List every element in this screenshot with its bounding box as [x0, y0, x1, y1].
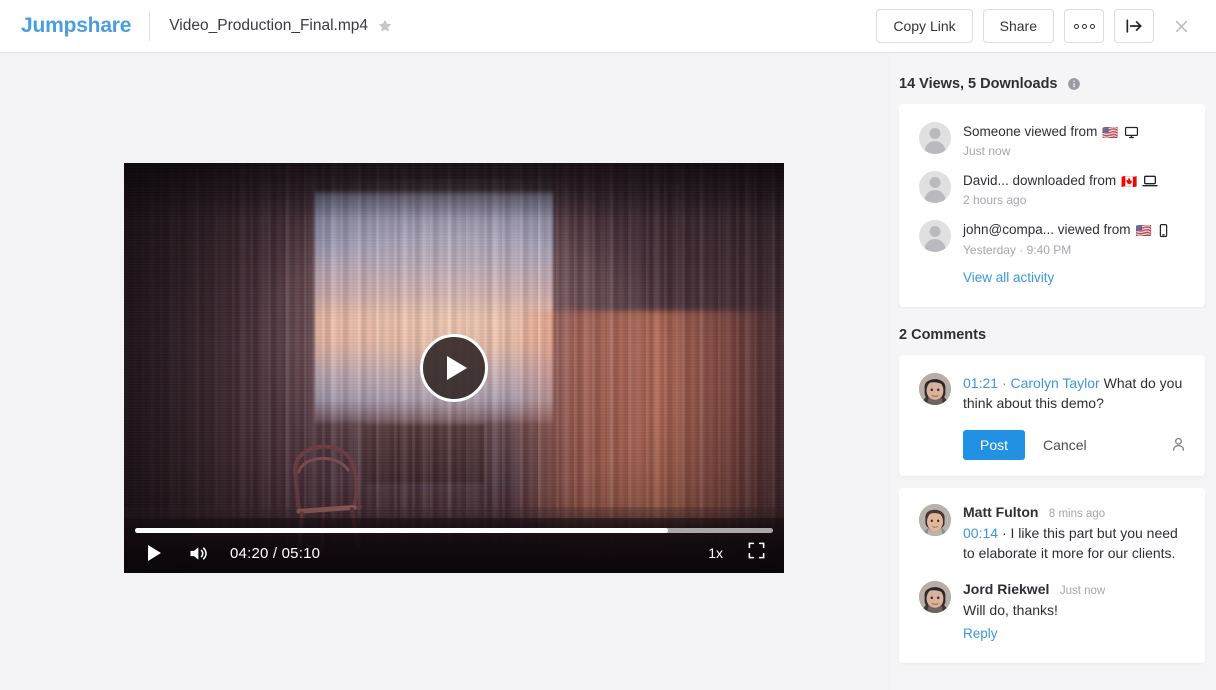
app-logo[interactable]: Jumpshare [21, 14, 131, 38]
more-horizontal-icon [1073, 23, 1095, 29]
comment-author[interactable]: Matt Fulton [963, 504, 1038, 520]
laptop-icon [1142, 173, 1158, 189]
comment-item: Jord Riekwel Just now Will do, thanks! R… [899, 565, 1205, 663]
comment-timestamp[interactable]: 00:14 [963, 525, 998, 541]
info-icon[interactable] [1067, 77, 1081, 91]
avatar [919, 581, 951, 614]
activity-time: 2 hours ago [963, 193, 1027, 208]
volume-button[interactable] [187, 543, 208, 564]
file-name: Video_Production_Final.mp4 [169, 17, 369, 34]
stats-label: 14 Views, 5 Downloads [899, 76, 1058, 92]
more-options-button[interactable] [1064, 9, 1104, 43]
comment-separator: · [1001, 524, 1007, 541]
comment-text: 01:21 · Carolyn Taylor What do you think… [963, 373, 1187, 413]
fullscreen-button[interactable] [747, 541, 766, 565]
flag-ca-icon: 🇨🇦 [1121, 173, 1138, 189]
close-icon [1175, 20, 1187, 32]
star-icon[interactable] [377, 18, 393, 34]
close-button[interactable] [1164, 9, 1198, 43]
play-icon [447, 356, 467, 380]
comment-body: Will do, thanks! [963, 602, 1058, 619]
flag-us-icon: 🇺🇸 [1102, 124, 1119, 140]
avatar [919, 503, 951, 536]
person-icon[interactable] [1170, 436, 1187, 453]
play-button[interactable] [148, 545, 161, 561]
header-divider [149, 11, 151, 41]
top-bar: Jumpshare Video_Production_Final.mp4 Cop… [0, 0, 1216, 53]
comments-list-card: Matt Fulton 8 mins ago 00:14 · I like th… [899, 487, 1205, 664]
post-button[interactable]: Post [963, 429, 1026, 460]
comment-separator: · [1001, 374, 1007, 391]
desktop-monitor-icon [1124, 125, 1139, 140]
collapse-panel-icon [1126, 19, 1142, 33]
collapse-panel-button[interactable] [1114, 9, 1154, 43]
activity-list: Someone viewed from 🇺🇸 Just now David...… [899, 104, 1205, 307]
activity-text: David... downloaded from [963, 173, 1117, 189]
activity-text: john@compa... viewed from [963, 222, 1131, 238]
share-button[interactable]: Share [982, 9, 1054, 43]
play-icon [148, 545, 161, 561]
activity-item[interactable]: john@compa... viewed from 🇺🇸 Yesterday ·… [899, 214, 1205, 263]
avatar [919, 122, 951, 154]
main-content-area: 04:20 / 05:10 1x [0, 54, 890, 690]
activity-item[interactable]: David... downloaded from 🇨🇦 2 hours ago [899, 165, 1205, 214]
stats-header: 14 Views, 5 Downloads [890, 54, 1216, 92]
activity-time: Yesterday · 9:40 PM [963, 242, 1072, 257]
comment-author[interactable]: Jord Riekwel [963, 581, 1049, 597]
copy-link-button[interactable]: Copy Link [876, 9, 973, 43]
reply-link[interactable]: Reply [963, 626, 998, 641]
comment-author[interactable]: Carolyn Taylor [1011, 375, 1100, 391]
video-controls-bar: 04:20 / 05:10 1x [124, 518, 784, 573]
comment-time-ago: 8 mins ago [1048, 507, 1106, 520]
video-player[interactable]: 04:20 / 05:10 1x [124, 163, 784, 573]
comment-time-ago: Just now [1059, 585, 1106, 598]
mobile-phone-icon [1157, 223, 1170, 238]
flag-us-icon: 🇺🇸 [1135, 223, 1152, 239]
time-display: 04:20 / 05:10 [230, 544, 321, 562]
avatar [919, 372, 951, 405]
avatar [919, 171, 951, 204]
avatar [919, 220, 951, 253]
activity-comments-sidebar: 14 Views, 5 Downloads Someone viewed fro… [890, 54, 1216, 690]
playback-speed-button[interactable]: 1x [708, 545, 723, 561]
comment-timestamp[interactable]: 01:21 [963, 375, 998, 391]
activity-text: Someone viewed from [963, 124, 1098, 139]
activity-card: Someone viewed from 🇺🇸 Just now David...… [899, 104, 1205, 307]
comment-compose-card: 01:21 · Carolyn Taylor What do you think… [899, 354, 1205, 476]
comments-heading: 2 Comments [899, 326, 987, 343]
fullscreen-icon [748, 542, 765, 559]
play-overlay-button[interactable] [420, 334, 488, 402]
header-actions: Copy Link Share [866, 9, 1204, 43]
activity-time: Just now [963, 144, 1011, 159]
volume-on-icon [190, 546, 207, 560]
comment-text: 00:14 · I like this part but you need to… [963, 524, 1187, 564]
view-all-activity-link[interactable]: View all activity [899, 264, 1205, 299]
cancel-button[interactable]: Cancel [1043, 437, 1087, 453]
comment-item: Matt Fulton 8 mins ago 00:14 · I like th… [899, 488, 1205, 566]
activity-item[interactable]: Someone viewed from 🇺🇸 Just now [899, 116, 1205, 165]
